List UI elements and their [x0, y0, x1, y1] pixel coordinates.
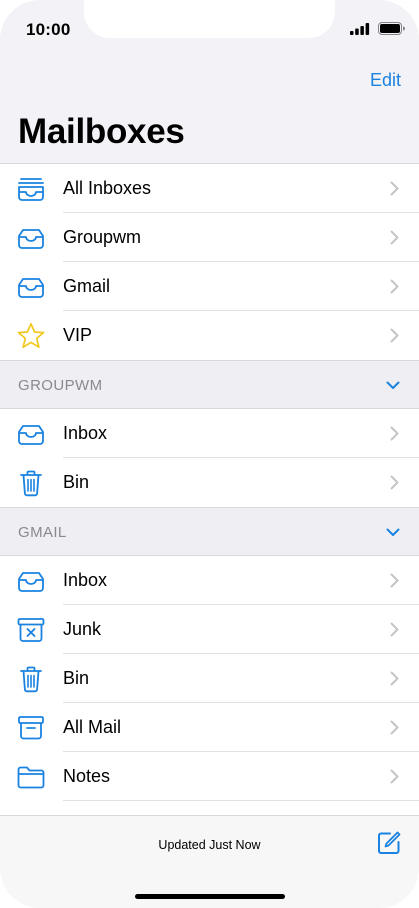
mailbox-label: Groupwm	[63, 227, 142, 247]
cellular-signal-icon	[350, 22, 370, 35]
mailbox-label: Inbox	[63, 423, 108, 443]
folder-icon	[17, 766, 45, 789]
inbox-tray-icon	[18, 425, 44, 445]
mailbox-row-groupwm-inbox[interactable]: Inbox	[0, 409, 419, 458]
phone-screen: 10:00 Edit Mailboxes All Inboxes Groupwm…	[0, 0, 419, 908]
chevron-right-icon	[390, 426, 399, 441]
mailbox-label: All Inboxes	[63, 178, 152, 198]
mailbox-row-gmail-junk[interactable]: Junk	[0, 605, 419, 654]
chevron-right-icon	[390, 279, 399, 294]
chevron-right-icon	[390, 230, 399, 245]
chevron-right-icon	[390, 671, 399, 686]
chevron-right-icon	[390, 181, 399, 196]
edit-button[interactable]: Edit	[370, 70, 401, 91]
mailbox-row-gmail-bin[interactable]: Bin	[0, 654, 419, 703]
chevron-right-icon	[390, 720, 399, 735]
inbox-tray-icon	[18, 278, 44, 298]
mailbox-label: Junk	[63, 619, 102, 639]
page-title: Mailboxes	[18, 112, 185, 151]
mailbox-label: Gmail	[63, 276, 111, 296]
compose-icon[interactable]	[376, 830, 402, 856]
chevron-right-icon	[390, 475, 399, 490]
mailbox-label: Inbox	[63, 570, 108, 590]
trash-icon	[20, 666, 42, 693]
row-separator	[63, 800, 419, 801]
battery-icon	[378, 22, 405, 35]
star-icon	[17, 322, 45, 349]
inbox-stack-icon	[18, 178, 44, 201]
navigation-area: 10:00 Edit Mailboxes	[0, 0, 419, 163]
section-header-gmail[interactable]: GMAIL	[0, 507, 419, 556]
section-title: GROUPWM	[18, 377, 103, 394]
chevron-down-icon[interactable]	[386, 528, 400, 537]
mailbox-row-gmail-all-mail[interactable]: All Mail	[0, 703, 419, 752]
mailbox-row-all-inboxes[interactable]: All Inboxes	[0, 164, 419, 213]
status-icons	[350, 22, 405, 35]
mailbox-row-gmail-notes[interactable]: Notes	[0, 752, 419, 801]
chevron-right-icon	[390, 328, 399, 343]
mailbox-row-gmail-inbox[interactable]: Inbox	[0, 556, 419, 605]
inbox-tray-icon	[18, 572, 44, 592]
update-status: Updated Just Now	[158, 838, 261, 852]
mailbox-label: All Mail	[63, 717, 122, 737]
device-notch	[84, 0, 335, 38]
chevron-right-icon	[390, 573, 399, 588]
mailbox-row-groupwm-bin[interactable]: Bin	[0, 458, 419, 507]
mailbox-label: VIP	[63, 325, 93, 345]
mailbox-row-gmail[interactable]: Gmail	[0, 262, 419, 311]
section-title: GMAIL	[18, 524, 67, 541]
junk-icon	[17, 618, 45, 642]
section-header-groupwm[interactable]: GROUPWM	[0, 360, 419, 409]
mailbox-label: Bin	[63, 668, 90, 688]
mailbox-label: Bin	[63, 472, 90, 492]
archive-icon	[18, 716, 44, 740]
trash-icon	[20, 470, 42, 497]
mailbox-row-groupwm[interactable]: Groupwm	[0, 213, 419, 262]
chevron-right-icon	[390, 622, 399, 637]
mailbox-list: All Inboxes Groupwm Gmail VIP GROUPWM In…	[0, 163, 419, 801]
chevron-right-icon	[390, 769, 399, 784]
inbox-tray-icon	[18, 229, 44, 249]
mailbox-row-vip[interactable]: VIP	[0, 311, 419, 360]
status-time: 10:00	[26, 20, 71, 39]
chevron-down-icon[interactable]	[386, 381, 400, 390]
mailbox-label: Notes	[63, 766, 111, 786]
home-indicator[interactable]	[135, 894, 285, 899]
